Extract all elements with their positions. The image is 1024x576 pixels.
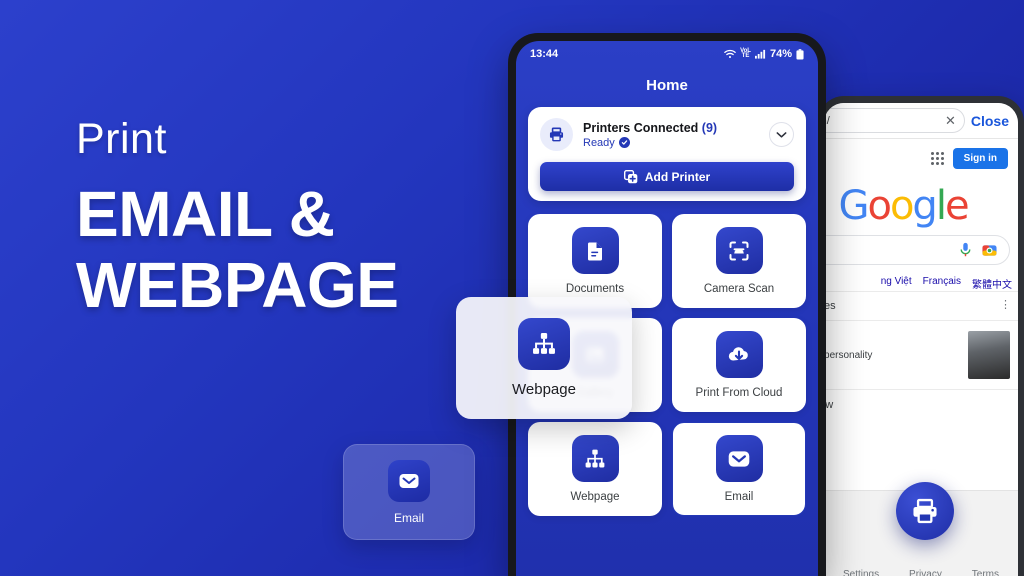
headline-line-1: EMAIL & [76, 178, 335, 250]
cloud-download-icon [715, 331, 763, 378]
printer-connected-title: Printers Connected (9) [583, 121, 759, 135]
tile-email[interactable]: Email [672, 422, 806, 516]
printer-connected-count: (9) [701, 120, 718, 135]
battery-icon [796, 48, 804, 60]
check-badge-icon [618, 137, 630, 148]
close-icon[interactable]: ✕ [945, 113, 956, 129]
result-secondary: nd draw [824, 389, 1018, 420]
tile-label: Print From Cloud [695, 387, 783, 399]
url-input[interactable]: com/ ✕ [824, 108, 965, 133]
add-printer-button[interactable]: Add Printer [540, 162, 794, 191]
envelope-icon [388, 459, 430, 502]
status-indicators: VoL TE 74% [724, 48, 804, 60]
printer-status-row: Printers Connected (9) Ready [540, 118, 794, 151]
floating-email-label: Email [393, 510, 424, 525]
language-link[interactable]: 繁體中文 [972, 276, 1012, 291]
google-search-input[interactable] [824, 235, 1010, 265]
logo-letter: o [889, 183, 915, 229]
microphone-icon[interactable] [959, 242, 972, 258]
volte-icon: VoL TE [740, 48, 751, 59]
logo-letter: e [944, 183, 970, 229]
battery-percent: 74% [769, 48, 792, 60]
result-snippet: media personality [824, 349, 873, 361]
tile-label: Webpage [570, 491, 620, 503]
add-printer-icon [623, 169, 638, 184]
wifi-icon [724, 49, 736, 59]
tile-label: Documents [565, 283, 625, 295]
scan-frame-icon [715, 227, 763, 274]
google-logo: Google [824, 183, 1018, 229]
printer-status-label: Ready [583, 136, 615, 149]
browser-phone-frame: com/ ✕ Close Sign in Google [818, 96, 1024, 576]
status-time: 13:44 [530, 48, 559, 60]
tile-print-from-cloud[interactable]: Print From Cloud [672, 318, 806, 412]
language-links: ng Việt Français 繁體中文 [824, 265, 1018, 291]
printer-status-card: Printers Connected (9) Ready Add Printer [528, 107, 806, 201]
sign-in-button[interactable]: Sign in [952, 148, 1008, 169]
browser-close-button[interactable]: Close [971, 113, 1011, 129]
person-thumbnail [968, 331, 1010, 379]
floating-webpage-card[interactable]: Webpage [456, 297, 632, 419]
headline-line-2: WEBPAGE [76, 248, 399, 321]
google-top-bar: Sign in [824, 139, 1018, 173]
tile-webpage[interactable]: Webpage [528, 422, 662, 516]
result-title-row[interactable]: es ⋮ [824, 291, 1018, 320]
add-printer-label: Add Printer [644, 169, 711, 184]
printer-icon [540, 118, 573, 151]
footer-link-privacy[interactable]: Privacy [909, 569, 942, 576]
envelope-icon [715, 435, 763, 482]
kicker-text: Print [76, 115, 167, 163]
page-title: Home [646, 77, 688, 94]
footer-link-terms[interactable]: Terms [972, 569, 999, 576]
logo-letter: G [838, 183, 869, 229]
footer-link-settings[interactable]: Settings [843, 569, 879, 576]
logo-letter: o [867, 183, 892, 229]
language-link[interactable]: Français [923, 276, 961, 291]
status-bar: 13:44 VoL TE 74% [516, 41, 818, 67]
result-snippet-row[interactable]: media personality [824, 320, 1018, 389]
footer-links: Settings Privacy Terms [824, 569, 1018, 576]
document-icon [571, 227, 619, 274]
headline: EMAIL & WEBPAGE [76, 182, 506, 321]
print-fab-button[interactable] [896, 482, 954, 540]
printer-connected-label: Printers Connected [583, 120, 699, 135]
tile-camera-scan[interactable]: Camera Scan [672, 214, 806, 308]
chevron-down-icon[interactable] [769, 122, 794, 147]
language-link[interactable]: ng Việt [881, 276, 912, 291]
apps-grid-icon[interactable] [930, 152, 944, 165]
browser-screen: com/ ✕ Close Sign in Google [824, 103, 1018, 576]
floating-email-card[interactable]: Email [343, 444, 475, 540]
tile-documents[interactable]: Documents [528, 214, 662, 308]
tile-label: Camera Scan [703, 283, 775, 295]
sitemap-icon [518, 318, 570, 370]
logo-letter: l [935, 183, 947, 229]
tile-label: Email [724, 491, 754, 503]
signal-icon [754, 49, 766, 59]
marketing-copy: Print EMAIL & WEBPAGE [76, 115, 506, 321]
logo-letter: g [912, 183, 937, 229]
printer-icon [910, 496, 940, 526]
sitemap-icon [571, 435, 619, 482]
more-vertical-icon[interactable]: ⋮ [1000, 298, 1012, 311]
camera-lens-icon[interactable] [982, 243, 997, 258]
printer-ready-status: Ready [583, 137, 759, 149]
floating-webpage-label: Webpage [512, 381, 576, 398]
printer-status-text: Printers Connected (9) Ready [583, 121, 759, 149]
browser-url-bar: com/ ✕ Close [824, 103, 1018, 139]
